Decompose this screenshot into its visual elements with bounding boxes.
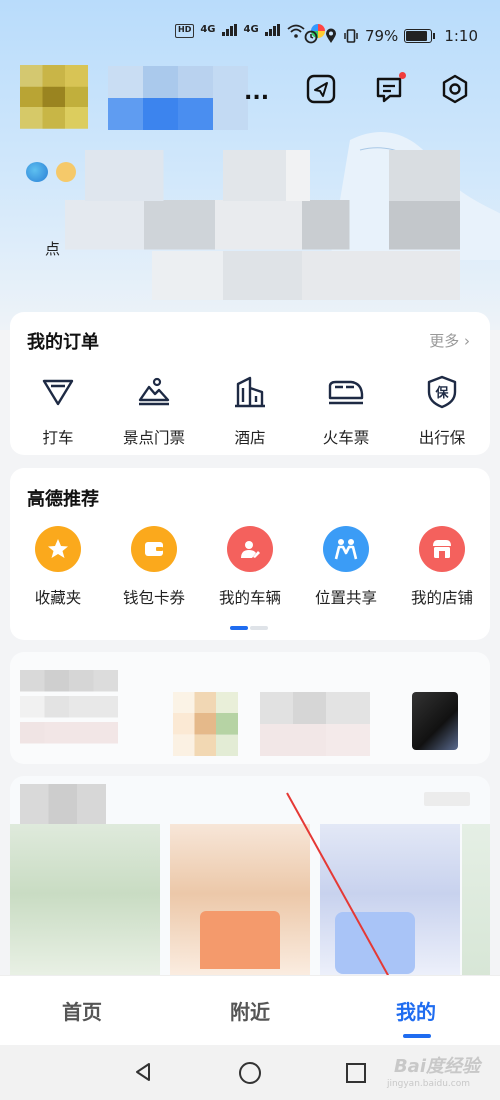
tab-mine[interactable]: 我的 <box>396 996 436 1025</box>
watermark: Bai度经验 <box>393 1056 480 1077</box>
recents-square-icon[interactable] <box>345 1062 367 1084</box>
watermark-url: jingyan.baidu.com <box>386 1079 470 1089</box>
bottom-nav: 首页 附近 我的 <box>0 975 500 1046</box>
back-icon[interactable] <box>132 1061 154 1083</box>
annotation-arrow <box>286 792 399 996</box>
active-tab-indicator <box>403 1034 431 1038</box>
home-circle-icon[interactable] <box>238 1061 262 1085</box>
tab-nearby[interactable]: 附近 <box>230 996 270 1025</box>
tab-home[interactable]: 首页 <box>62 996 102 1025</box>
